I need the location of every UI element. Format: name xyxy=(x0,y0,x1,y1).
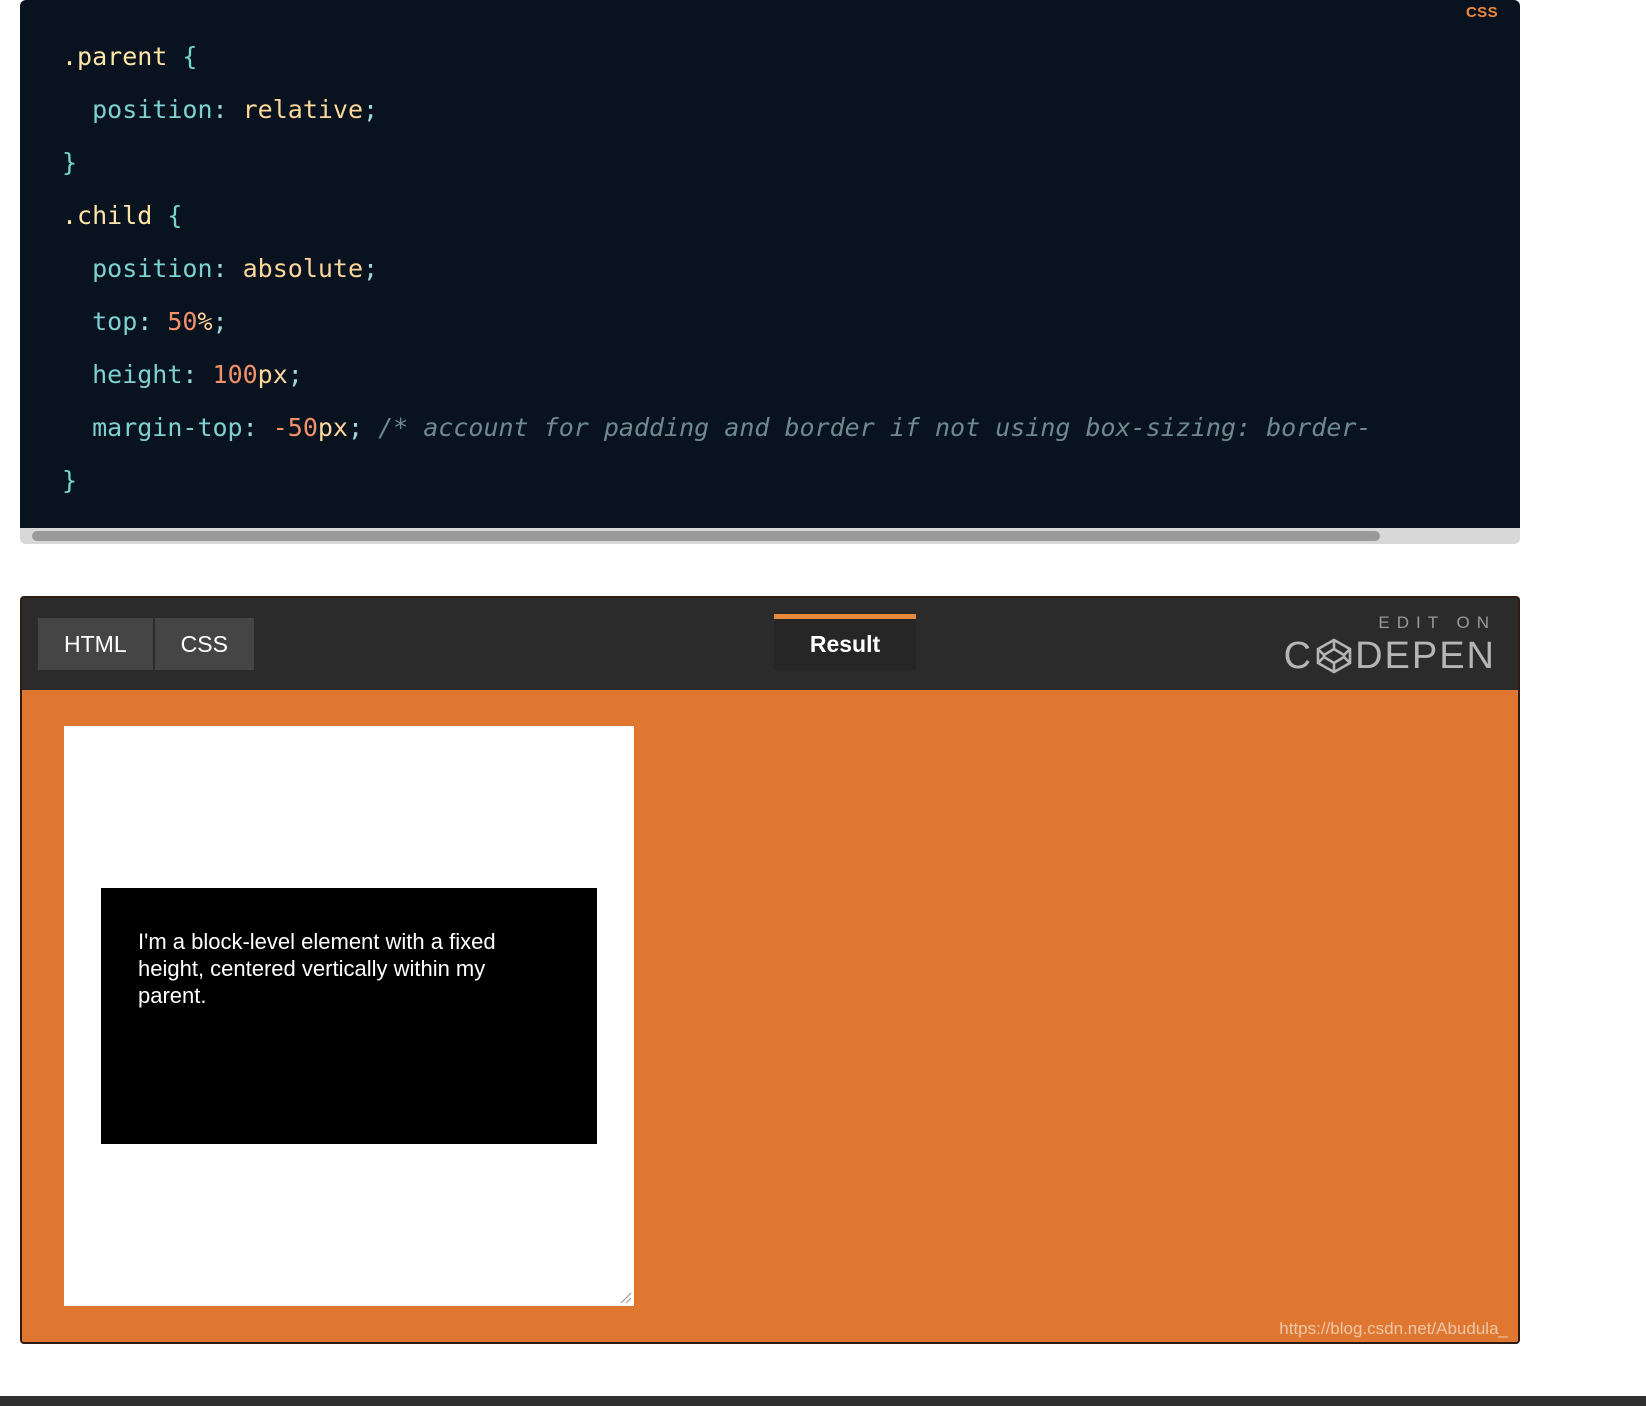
codepen-logo[interactable]: EDIT ON C DEPEN xyxy=(1284,612,1496,678)
child-element-text: I'm a block-level element with a fixed h… xyxy=(138,929,496,1008)
code-token-punc: ; xyxy=(212,307,228,336)
code-horizontal-scrollbar-track[interactable] xyxy=(20,528,1520,544)
code-token-prop: top xyxy=(92,307,138,336)
code-token-num: -50 xyxy=(272,413,318,442)
code-token-punc: ; xyxy=(363,254,379,283)
code-token-unit: px xyxy=(317,413,348,442)
parent-element-box: I'm a block-level element with a fixed h… xyxy=(64,726,634,1306)
code-token-prop: position xyxy=(92,254,213,283)
codepen-wordmark: C DEPEN xyxy=(1284,634,1496,678)
code-lines[interactable]: .parent {position: relative;} .child {pos… xyxy=(62,30,1520,507)
code-line: .child { xyxy=(62,189,1520,242)
code-line: height: 100px; xyxy=(62,348,1520,401)
child-element-box: I'm a block-level element with a fixed h… xyxy=(101,888,597,1144)
code-token-prop: height xyxy=(92,360,183,389)
code-token-unit: px xyxy=(257,360,288,389)
code-token-punc: : xyxy=(182,360,213,389)
code-token-brace: { xyxy=(182,42,198,71)
watermark-url: https://blog.csdn.net/Abudula_ xyxy=(1279,1319,1508,1338)
codepen-wordmark-suffix: DEPEN xyxy=(1355,635,1496,677)
code-token-punc: : xyxy=(137,307,168,336)
code-token-prop: position xyxy=(92,95,213,124)
code-line: position: relative; xyxy=(62,83,1520,136)
code-token-punc: ; xyxy=(363,95,379,124)
codepen-wordmark-prefix: C xyxy=(1283,635,1314,677)
code-token-com: /* account for padding and border if not… xyxy=(378,413,1372,442)
code-line: } xyxy=(62,136,1520,189)
tab-html[interactable]: HTML xyxy=(38,618,155,670)
resize-handle-icon[interactable] xyxy=(616,1288,632,1304)
code-token-punc: : xyxy=(242,413,273,442)
bottom-strip xyxy=(0,1396,1646,1406)
tab-result[interactable]: Result xyxy=(774,614,916,670)
code-token-val: absolute xyxy=(242,254,364,283)
edit-on-label: EDIT ON xyxy=(1378,613,1496,632)
code-horizontal-scrollbar-thumb[interactable] xyxy=(32,531,1380,541)
code-line: } xyxy=(62,454,1520,507)
code-line: .parent { xyxy=(62,30,1520,83)
css-code-block: CSS .parent {position: relative;} .child … xyxy=(20,0,1520,536)
codepen-embed: HTML CSS Result EDIT ON C DEPEN I'm a bl… xyxy=(20,596,1520,1344)
code-token-brace: } xyxy=(62,466,78,495)
code-line: position: absolute; xyxy=(62,242,1520,295)
code-token-punc: ; xyxy=(287,360,303,389)
code-token-punc: : xyxy=(212,95,243,124)
code-token-num: 100 xyxy=(212,360,258,389)
tab-css[interactable]: CSS xyxy=(154,618,254,670)
page-left-margin xyxy=(0,596,20,1344)
code-line: margin-top: -50px; /* account for paddin… xyxy=(62,401,1520,454)
codepen-toolbar: HTML CSS Result EDIT ON C DEPEN xyxy=(22,598,1518,690)
code-token-unit: % xyxy=(197,307,213,336)
code-token-brace: } xyxy=(62,148,78,177)
code-token-brace: { xyxy=(167,201,183,230)
code-token-prop: margin-top xyxy=(92,413,243,442)
code-token-num: 50 xyxy=(167,307,198,336)
code-token-punc: ; xyxy=(347,413,379,442)
code-line: top: 50%; xyxy=(62,295,1520,348)
code-token-punc: : xyxy=(212,254,243,283)
code-token-val: relative xyxy=(242,95,364,124)
result-pane: I'm a block-level element with a fixed h… xyxy=(22,690,1518,1342)
codepen-tab-group: HTML CSS xyxy=(38,618,254,670)
code-token-sel: .child xyxy=(62,201,153,230)
screenshot-root: CSS .parent {position: relative;} .child … xyxy=(0,0,1646,1406)
codepen-hexagon-icon xyxy=(1314,636,1354,676)
code-token-sel: .parent xyxy=(62,42,168,71)
code-language-badge: CSS xyxy=(1465,4,1498,21)
